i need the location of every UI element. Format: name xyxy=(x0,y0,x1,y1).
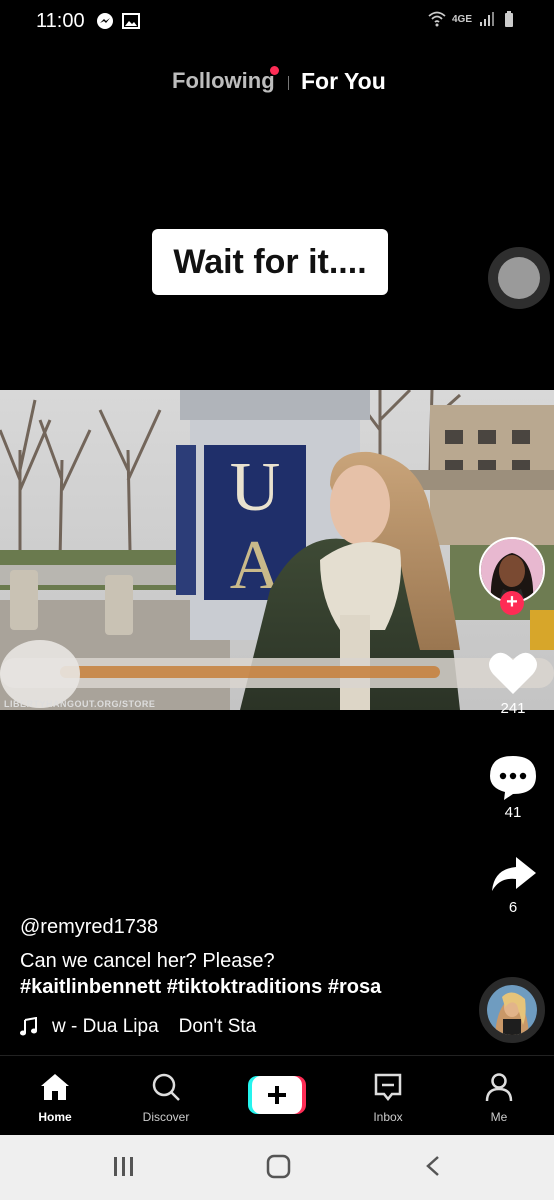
nav-home-label: Home xyxy=(38,1110,72,1124)
heart-icon xyxy=(489,652,537,694)
music-note-icon xyxy=(20,1017,37,1036)
create-video-button[interactable] xyxy=(248,1076,306,1114)
network-type: 4GE xyxy=(451,13,472,25)
share-count: 6 xyxy=(508,899,518,916)
following-notification-dot xyxy=(270,66,279,75)
video-watermark: LIBERTYHANGOUT.ORG/STORE xyxy=(4,699,156,709)
video-frame[interactable]: U A LIBERTYHANGOUT.ORG/STORE xyxy=(0,390,554,710)
feed-tabs: Following For You xyxy=(0,64,554,104)
comment-count: 41 xyxy=(504,804,522,821)
home-icon xyxy=(41,1074,69,1100)
tab-for-you[interactable]: For You xyxy=(301,68,386,95)
status-time: 11:00 xyxy=(36,10,85,32)
android-navigation-bar xyxy=(0,1135,554,1200)
status-bar: 11:00 4GE xyxy=(0,0,554,44)
status-right-icons: 4GE xyxy=(428,10,520,28)
nav-home[interactable]: Home xyxy=(15,1072,95,1124)
battery-icon xyxy=(505,11,513,27)
comment-action[interactable]: 41 xyxy=(478,754,548,821)
nav-me-label: Me xyxy=(490,1110,508,1124)
music-ticker[interactable]: w - Dua Lipa Don't Sta xyxy=(20,1016,256,1038)
bottom-navigation: Home Discover Inbox Me xyxy=(0,1055,554,1135)
home-circle-icon[interactable] xyxy=(266,1154,291,1179)
follow-button[interactable]: + xyxy=(500,591,524,615)
nav-discover-label: Discover xyxy=(142,1110,190,1124)
video-scene: U A xyxy=(0,390,554,710)
music-disc-cover xyxy=(487,985,537,1035)
plus-icon xyxy=(248,1076,306,1114)
status-left-icons xyxy=(96,12,140,30)
nav-inbox[interactable]: Inbox xyxy=(348,1072,428,1124)
nav-inbox-label: Inbox xyxy=(373,1110,403,1124)
back-icon[interactable] xyxy=(426,1156,439,1176)
nav-discover[interactable]: Discover xyxy=(126,1072,206,1124)
sign-letter-u: U xyxy=(230,449,281,526)
android-nav-icons xyxy=(114,1154,439,1179)
post-hashtags[interactable]: #kaitlinbennett #tiktoktraditions #rosa xyxy=(20,976,381,999)
wifi-icon xyxy=(428,11,446,27)
assistive-touch-button[interactable] xyxy=(488,247,550,309)
share-arrow-icon xyxy=(492,857,536,891)
like-count: 241 xyxy=(500,700,526,717)
music-disc[interactable] xyxy=(479,977,545,1043)
nav-me[interactable]: Me xyxy=(459,1072,539,1124)
signal-icon xyxy=(480,12,494,26)
gallery-icon xyxy=(122,13,140,29)
inbox-icon xyxy=(374,1073,402,1102)
messenger-icon xyxy=(97,13,113,29)
tab-following[interactable]: Following xyxy=(172,68,275,94)
share-action[interactable]: 6 xyxy=(478,855,548,916)
like-action[interactable]: 241 xyxy=(478,650,548,717)
video-text-overlay: Wait for it.... xyxy=(152,229,388,295)
music-title-part2: Don't Sta xyxy=(178,1016,257,1037)
comment-icon xyxy=(490,756,536,800)
recents-icon[interactable] xyxy=(114,1157,133,1176)
profile-icon xyxy=(485,1073,513,1102)
assistive-touch-inner xyxy=(498,257,540,299)
search-icon xyxy=(152,1073,180,1101)
music-title-part1: w - Dua Lipa xyxy=(52,1016,159,1037)
post-description: Can we cancel her? Please? xyxy=(20,950,275,972)
post-username[interactable]: @remyred1738 xyxy=(20,916,158,939)
tab-divider xyxy=(288,76,289,90)
